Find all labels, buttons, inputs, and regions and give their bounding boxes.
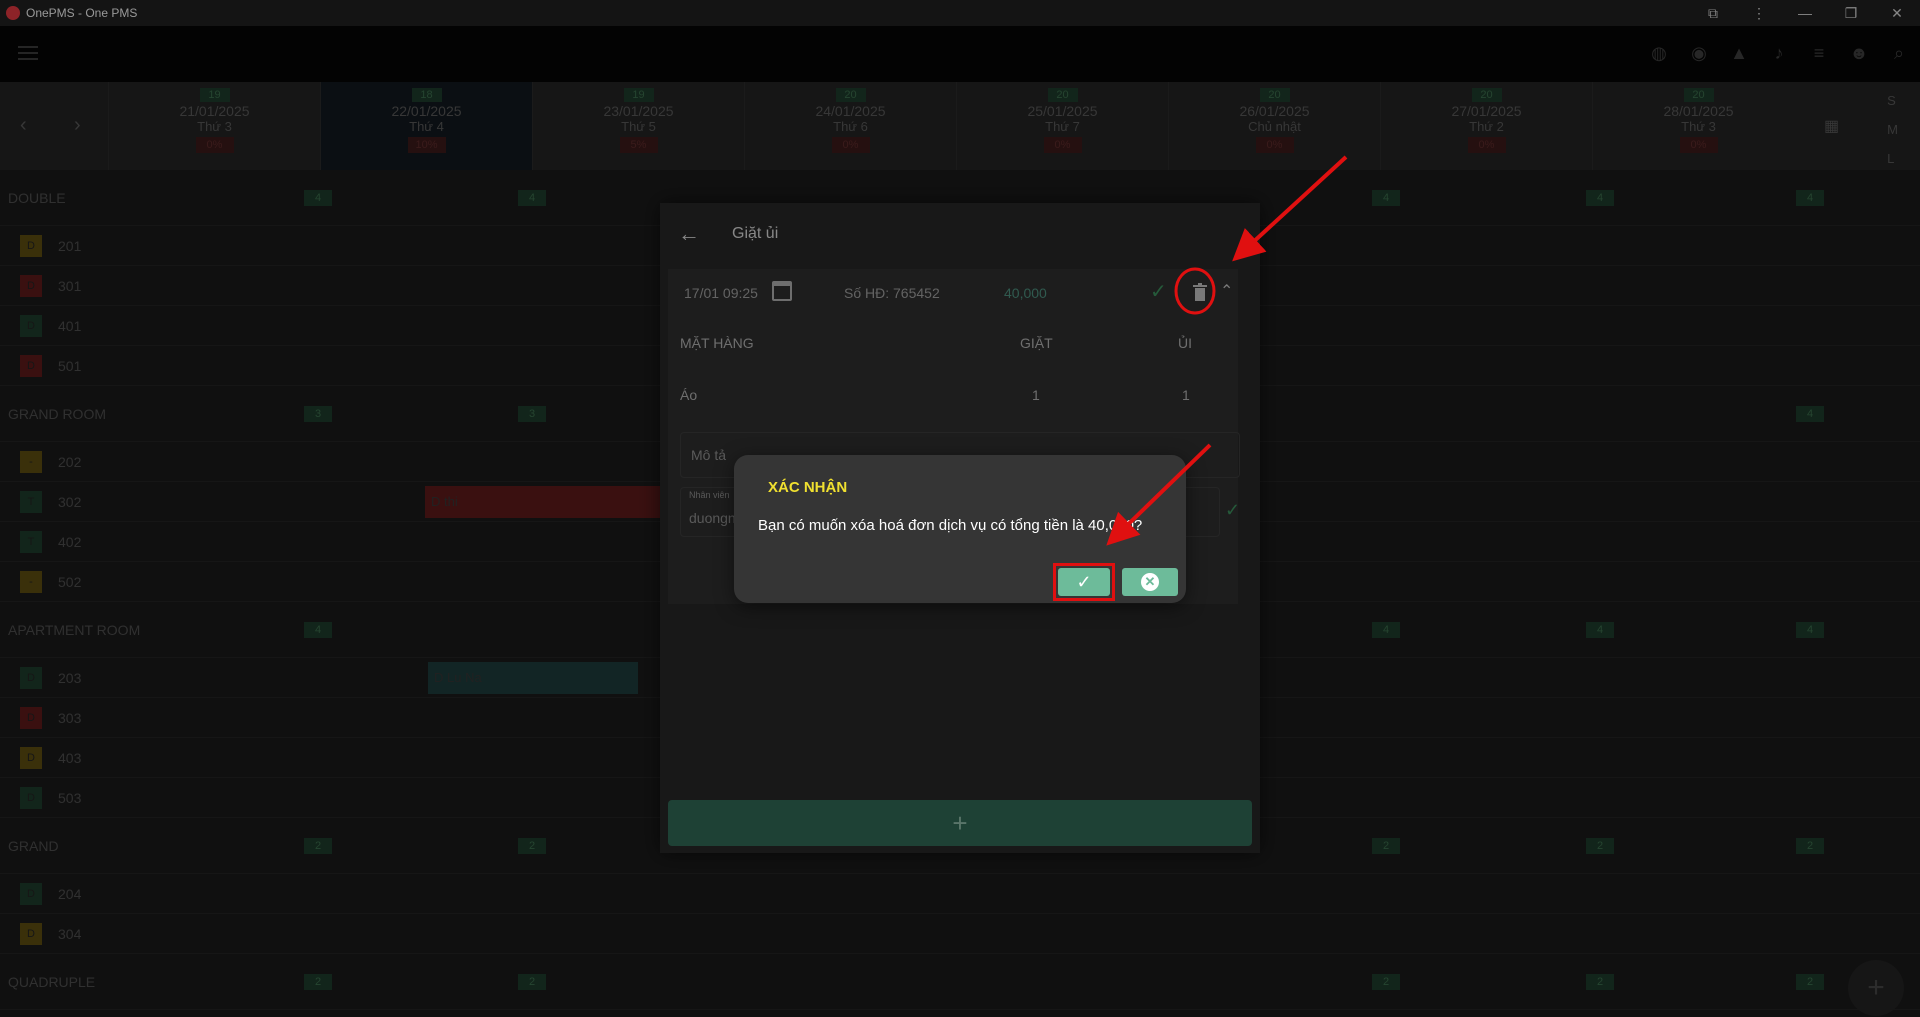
- highlight-circle: [1174, 267, 1216, 315]
- annotation-arrow: [1232, 155, 1348, 262]
- annotation-arrow: [1106, 443, 1212, 546]
- annotation-overlay: [1106, 155, 1348, 546]
